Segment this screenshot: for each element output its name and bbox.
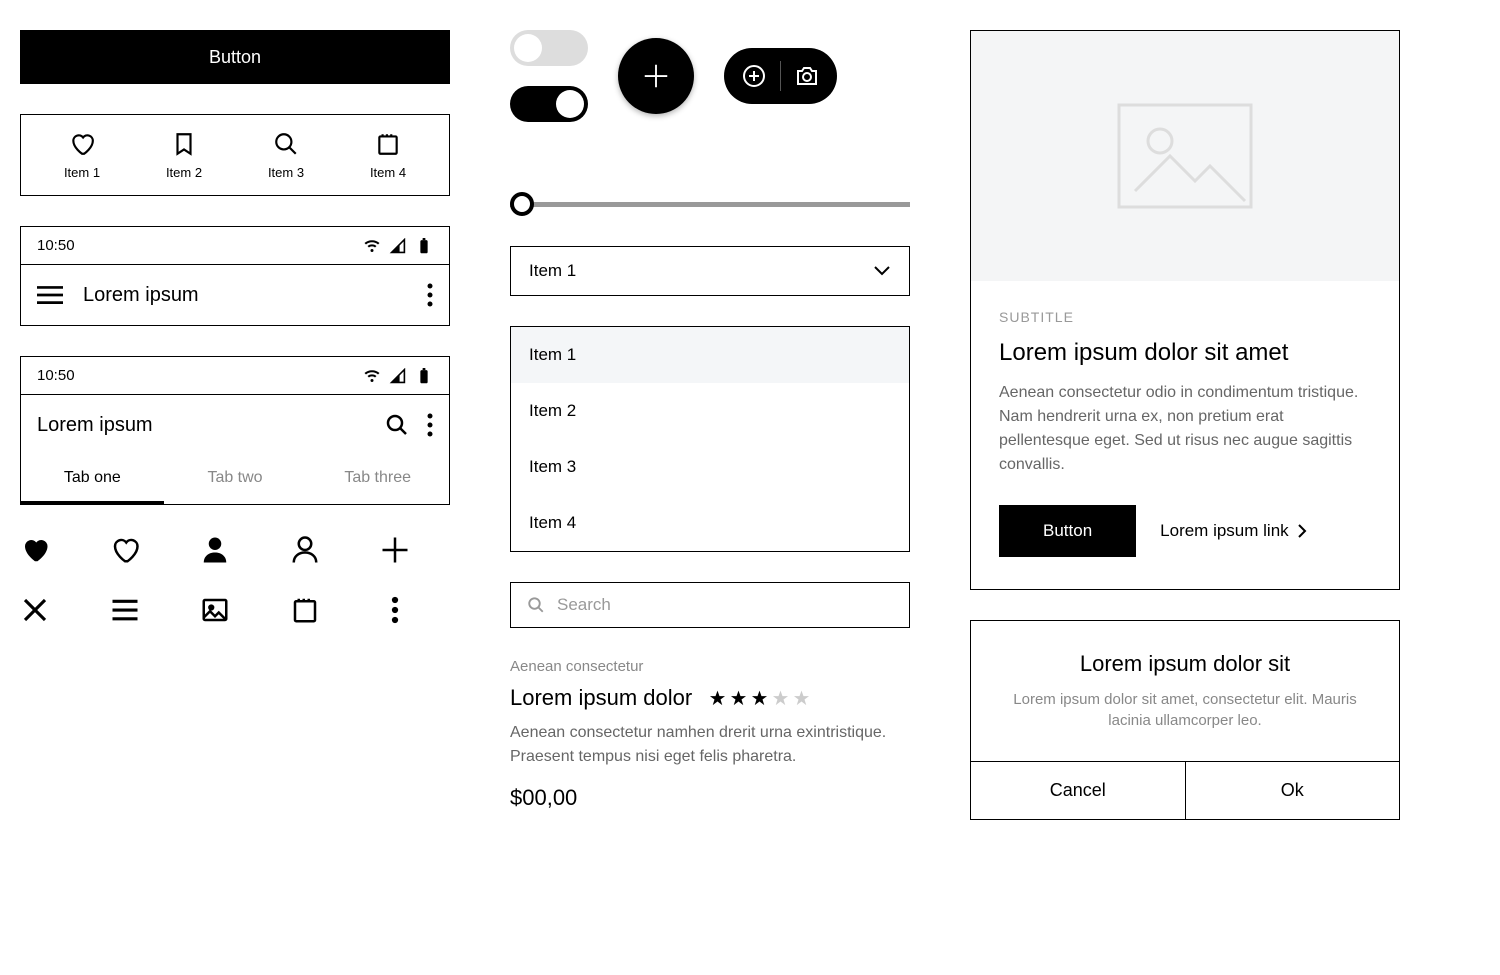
more-vertical-icon <box>380 595 410 625</box>
card-subtitle: SUBTITLE <box>999 309 1371 325</box>
select-dropdown[interactable]: Item 1 <box>510 246 910 296</box>
calendar-icon <box>375 131 401 157</box>
star-filled-icon <box>750 689 769 708</box>
battery-icon <box>415 238 433 254</box>
plus-icon <box>380 535 410 565</box>
card-title: Lorem ipsum dolor sit amet <box>999 339 1371 367</box>
card-primary-button[interactable]: Button <box>999 505 1136 557</box>
tab-one[interactable]: Tab one <box>21 455 164 504</box>
rating-stars <box>708 689 811 708</box>
tab-item-label: Item 3 <box>268 165 304 180</box>
card-text: Aenean consectetur odio in condimentum t… <box>999 381 1371 477</box>
card-link[interactable]: Lorem ipsum link <box>1160 521 1307 541</box>
status-bar: 10:50 <box>21 357 449 395</box>
star-filled-icon <box>729 689 748 708</box>
tab-item-3[interactable]: Item 3 <box>268 131 304 180</box>
dialog-title: Lorem ipsum dolor sit <box>997 651 1373 677</box>
star-filled-icon <box>708 689 727 708</box>
dialog-text: Lorem ipsum dolor sit amet, consectetur … <box>997 689 1373 731</box>
status-time: 10:50 <box>37 237 75 254</box>
list-item[interactable]: Item 2 <box>511 383 909 439</box>
tab-item-1[interactable]: Item 1 <box>64 131 100 180</box>
status-bar: 10:50 <box>21 227 449 265</box>
app-bar-title: Lorem ipsum <box>83 284 199 307</box>
search-icon <box>527 596 545 614</box>
cancel-button[interactable]: Cancel <box>971 762 1186 819</box>
product-description: Aenean consectetur namhen drerit urna ex… <box>510 721 910 769</box>
star-empty-icon <box>792 689 811 708</box>
signal-icon <box>389 368 407 384</box>
toggle-on[interactable] <box>510 86 588 122</box>
toggle-off[interactable] <box>510 30 588 66</box>
icon-showcase <box>20 535 450 625</box>
list-box: Item 1 Item 2 Item 3 Item 4 <box>510 326 910 552</box>
search-box[interactable] <box>510 582 910 628</box>
image-placeholder-icon <box>1115 101 1255 211</box>
content-card: SUBTITLE Lorem ipsum dolor sit amet Aene… <box>970 30 1400 590</box>
image-icon <box>200 595 230 625</box>
tab-item-label: Item 4 <box>370 165 406 180</box>
tab-two[interactable]: Tab two <box>164 455 307 504</box>
user-filled-icon <box>200 535 230 565</box>
wifi-icon <box>363 238 381 254</box>
heart-icon <box>69 131 95 157</box>
heart-filled-icon <box>20 535 50 565</box>
card-image-placeholder <box>971 31 1399 281</box>
product-price: $00,00 <box>510 785 910 811</box>
ok-button[interactable]: Ok <box>1186 762 1400 819</box>
product-title: Lorem ipsum dolor <box>510 685 692 711</box>
more-vertical-icon[interactable] <box>427 413 433 437</box>
hamburger-icon[interactable] <box>37 285 63 305</box>
heart-outline-icon <box>110 535 140 565</box>
app-bar-title: Lorem ipsum <box>37 414 153 437</box>
search-input[interactable] <box>557 595 893 615</box>
app-bar-with-tabs: 10:50 Lorem ipsum Tab one Tab two Tab th… <box>20 356 450 505</box>
chevron-right-icon <box>1297 523 1307 539</box>
app-bar-simple: 10:50 Lorem ipsum <box>20 226 450 326</box>
product-block: Aenean consectetur Lorem ipsum dolor Aen… <box>510 658 910 811</box>
select-value: Item 1 <box>529 261 576 281</box>
wifi-icon <box>363 368 381 384</box>
list-item[interactable]: Item 4 <box>511 495 909 551</box>
tab-item-label: Item 1 <box>64 165 100 180</box>
confirm-dialog: Lorem ipsum dolor sit Lorem ipsum dolor … <box>970 620 1400 820</box>
user-outline-icon <box>290 535 320 565</box>
star-empty-icon <box>771 689 790 708</box>
slider[interactable] <box>510 192 910 216</box>
bookmark-icon <box>171 131 197 157</box>
primary-button[interactable]: Button <box>20 30 450 84</box>
battery-icon <box>415 368 433 384</box>
product-subtitle: Aenean consectetur <box>510 658 910 675</box>
calendar-icon <box>290 595 320 625</box>
search-icon <box>273 131 299 157</box>
plus-circle-icon <box>742 64 766 88</box>
signal-icon <box>389 238 407 254</box>
tab-item-label: Item 2 <box>166 165 202 180</box>
bottom-tab-bar: Item 1 Item 2 Item 3 Item 4 <box>20 114 450 196</box>
status-time: 10:50 <box>37 367 75 384</box>
search-icon[interactable] <box>385 413 409 437</box>
chevron-down-icon <box>873 265 891 277</box>
more-vertical-icon[interactable] <box>427 283 433 307</box>
tab-three[interactable]: Tab three <box>306 455 449 504</box>
plus-icon <box>641 61 671 91</box>
close-icon <box>20 595 50 625</box>
hamburger-icon <box>110 595 140 625</box>
tab-item-4[interactable]: Item 4 <box>370 131 406 180</box>
pill-button[interactable] <box>724 48 837 104</box>
list-item[interactable]: Item 3 <box>511 439 909 495</box>
tab-item-2[interactable]: Item 2 <box>166 131 202 180</box>
list-item[interactable]: Item 1 <box>511 327 909 383</box>
card-link-text: Lorem ipsum link <box>1160 521 1289 541</box>
slider-thumb[interactable] <box>510 192 534 216</box>
camera-icon <box>795 64 819 88</box>
fab-add[interactable] <box>618 38 694 114</box>
